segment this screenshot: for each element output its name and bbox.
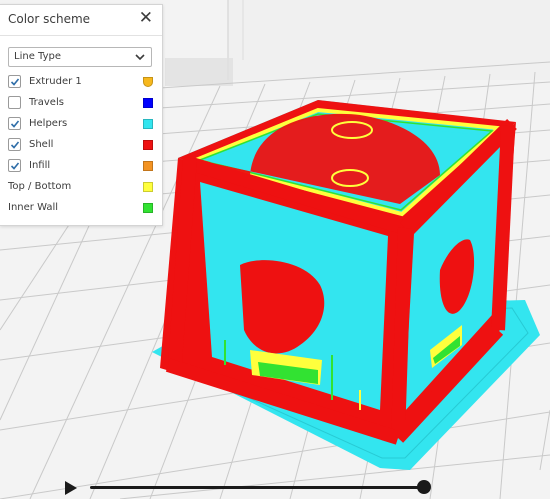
checkmark-icon xyxy=(10,120,20,128)
infill-color-swatch xyxy=(143,161,153,171)
color-scheme-dropdown[interactable]: Line Type xyxy=(8,47,152,67)
inner-wall-color-swatch xyxy=(143,203,153,213)
layer-simulation-slider[interactable] xyxy=(60,477,440,499)
color-scheme-panel: Color scheme ✕ Line Type Extruder 1 Trav… xyxy=(0,4,163,226)
line-type-extruder-1[interactable]: Extruder 1 xyxy=(8,75,155,92)
close-icon[interactable]: ✕ xyxy=(139,8,153,28)
travels-checkbox[interactable] xyxy=(8,96,21,109)
helpers-checkbox[interactable] xyxy=(8,117,21,130)
shell-color-swatch xyxy=(143,140,153,150)
checkmark-icon xyxy=(10,78,20,86)
line-type-shell[interactable]: Shell xyxy=(8,138,155,155)
line-type-label: Helpers xyxy=(29,118,68,129)
line-type-top-bottom: Top / Bottom xyxy=(8,180,155,197)
checkmark-icon xyxy=(10,141,20,149)
line-type-label: Top / Bottom xyxy=(8,181,72,192)
line-type-label: Infill xyxy=(29,160,51,171)
chevron-down-icon xyxy=(135,54,145,61)
color-scheme-dropdown-value: Line Type xyxy=(14,51,61,62)
top-bottom-color-swatch xyxy=(143,182,153,192)
panel-header: Color scheme ✕ xyxy=(0,5,162,36)
infill-checkbox[interactable] xyxy=(8,159,21,172)
helpers-color-swatch xyxy=(143,119,153,129)
line-type-inner-wall: Inner Wall xyxy=(8,201,155,218)
line-type-travels[interactable]: Travels xyxy=(8,96,155,113)
shell-checkbox[interactable] xyxy=(8,138,21,151)
line-type-label: Travels xyxy=(29,97,64,108)
play-icon[interactable] xyxy=(64,480,78,496)
panel-title: Color scheme xyxy=(8,12,91,26)
slider-handle[interactable] xyxy=(417,480,431,494)
extruder-1-checkbox[interactable] xyxy=(8,75,21,88)
line-type-label: Inner Wall xyxy=(8,202,58,213)
line-type-helpers[interactable]: Helpers xyxy=(8,117,155,134)
travels-color-swatch xyxy=(143,98,153,108)
line-type-label: Shell xyxy=(29,139,54,150)
checkmark-icon xyxy=(10,162,20,170)
line-type-label: Extruder 1 xyxy=(29,76,82,87)
line-type-infill[interactable]: Infill xyxy=(8,159,155,176)
slider-track[interactable] xyxy=(90,486,420,489)
extruder-1-color-swatch xyxy=(143,77,153,87)
